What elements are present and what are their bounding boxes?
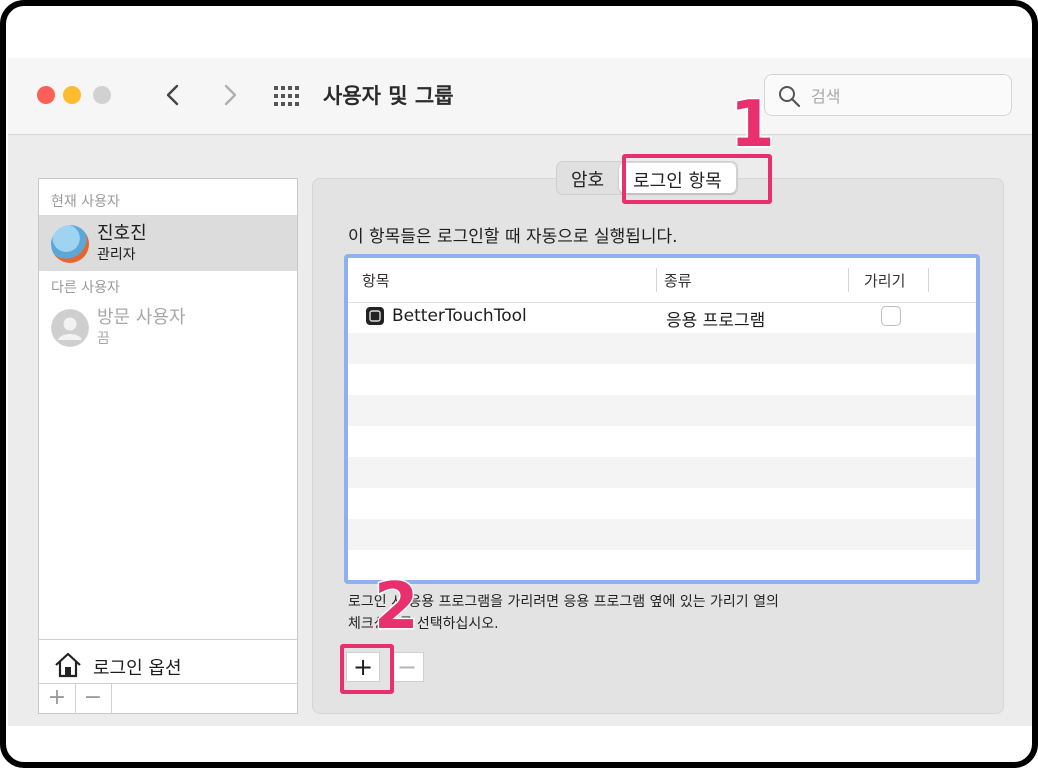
login-items-table[interactable]: 항목 종류 가리기 BetterTouchTool 응용 프로그램 [344,254,980,584]
table-row-empty [348,457,976,488]
zoom-button[interactable] [93,86,111,104]
annotation-number-1: 1 [729,87,777,164]
table-row-empty [348,395,976,426]
table-header: 항목 종류 가리기 [348,258,976,303]
login-options-button[interactable]: 로그인 옵션 [53,649,283,685]
column-divider [928,268,929,292]
table-row-empty [348,333,976,364]
search-icon [779,86,801,108]
add-user-button[interactable]: + [39,684,76,714]
login-options-label: 로그인 옵션 [93,658,182,679]
sidebar-footer: + − [39,683,297,714]
current-users-header: 현재 사용자 [51,194,120,210]
title-bar: 사용자 및 그룹 [8,58,1032,135]
highlight-box-2 [340,644,394,694]
table-row-empty [348,426,976,457]
window-title: 사용자 및 그룹 [323,84,454,108]
user-avatar [51,225,89,263]
guest-name: 방문 사용자 [97,307,186,328]
user-name: 진호진 [97,223,147,244]
user-row-guest[interactable]: 방문 사용자 끔 [39,299,297,355]
screenshot-frame: 사용자 및 그룹 현재 사용자 진호진 관리자 다른 사용자 [0,0,1038,768]
column-divider [656,268,657,292]
forward-button[interactable] [218,80,242,110]
user-role: 관리자 [97,247,136,263]
column-divider [848,268,849,292]
item-name: BetterTouchTool [392,306,527,326]
column-header-hide[interactable]: 가리기 [864,270,905,291]
search-field[interactable] [764,74,1012,116]
search-input[interactable] [809,83,1003,109]
hide-checkbox[interactable] [881,306,901,326]
table-row-empty [348,519,976,550]
grid-icon [274,86,299,106]
close-button[interactable] [37,86,55,104]
item-kind: 응용 프로그램 [666,311,766,331]
guest-avatar-icon [51,309,89,347]
annotation-number-2: 2 [373,569,421,646]
table-row-empty [348,550,976,580]
guest-status: 끔 [97,331,110,347]
preferences-window: 사용자 및 그룹 현재 사용자 진호진 관리자 다른 사용자 [8,58,1032,726]
house-icon [55,652,81,678]
chevron-left-icon [166,84,179,106]
show-all-button[interactable] [273,84,301,108]
bettertouchtool-app-icon [366,307,384,325]
remove-login-item-button[interactable]: − [390,652,424,682]
user-row-current[interactable]: 진호진 관리자 [39,215,297,271]
tab-password[interactable]: 암호 [557,162,618,194]
login-items-description: 이 항목들은 로그인할 때 자동으로 실행됩니다. [348,227,678,247]
chevron-right-icon [224,84,237,106]
sidebar-divider [39,639,297,640]
table-row-empty [348,488,976,519]
column-header-kind[interactable]: 종류 [664,270,692,291]
minimize-button[interactable] [63,86,81,104]
table-row-empty [348,364,976,395]
remove-user-button[interactable]: − [75,684,112,714]
users-sidebar: 현재 사용자 진호진 관리자 다른 사용자 방문 사용자 끔 로그인 옵션 + … [38,178,298,714]
table-row[interactable]: BetterTouchTool 응용 프로그램 [348,302,976,333]
other-users-header: 다른 사용자 [51,280,120,296]
column-header-item[interactable]: 항목 [362,270,390,291]
back-button[interactable] [161,80,185,110]
